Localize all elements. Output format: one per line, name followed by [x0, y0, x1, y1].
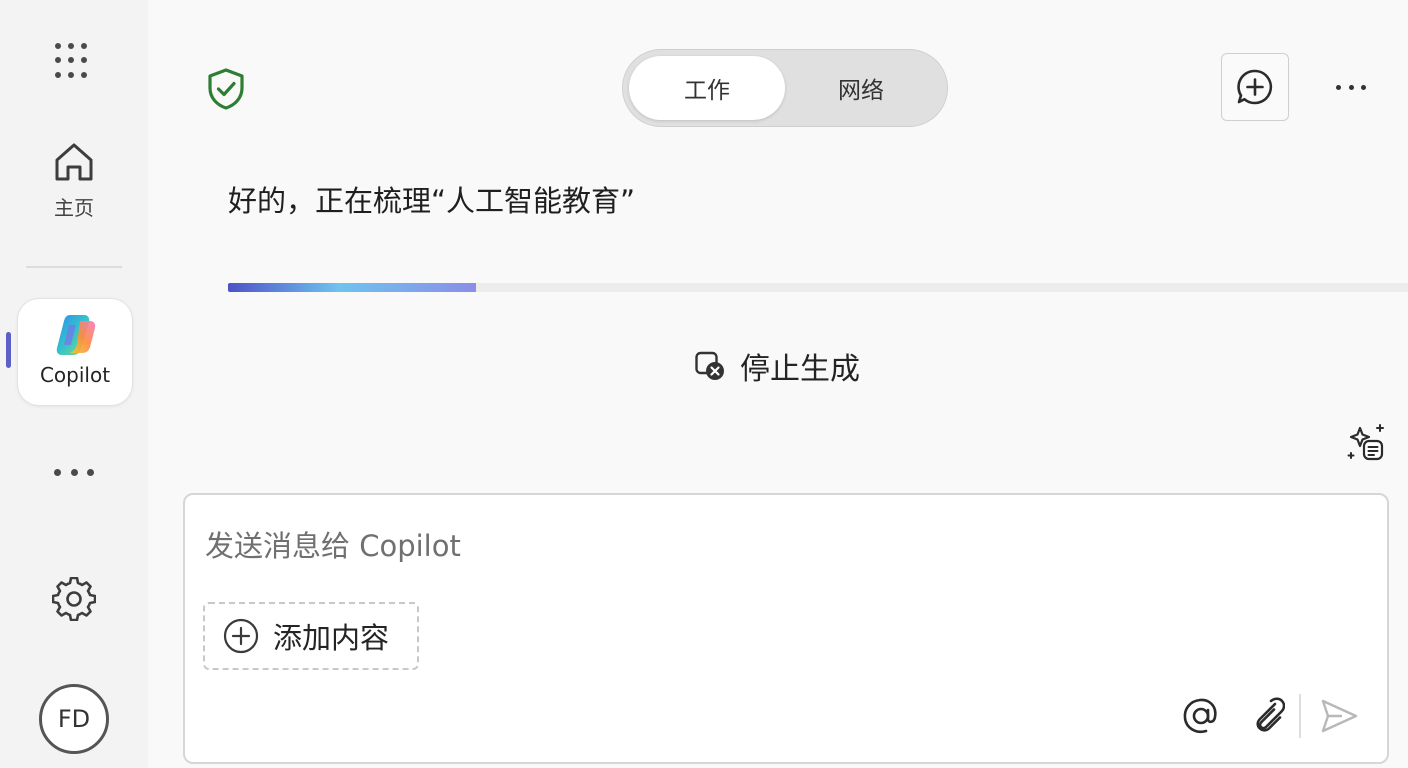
prompt-gallery-icon: [1347, 424, 1384, 461]
mention-icon: [1183, 698, 1217, 734]
active-indicator: [6, 332, 11, 368]
attach-icon: [1256, 697, 1285, 732]
add-content-button[interactable]: 添加内容: [203, 602, 419, 670]
rail-item-copilot[interactable]: Copilot: [17, 298, 133, 406]
attach-button[interactable]: [1249, 696, 1285, 736]
generation-progress: [228, 283, 1408, 292]
copilot-app: 主页 Copilot FD 工作 网络 好的，正在梳理“人工智能教育” 停止生成…: [0, 0, 1408, 768]
avatar[interactable]: FD: [39, 684, 109, 754]
stop-generating-label: 停止生成: [740, 352, 860, 387]
main-panel: 工作 网络 好的，正在梳理“人工智能教育” 停止生成 发送消息给 Copilot…: [148, 0, 1408, 768]
stop-generating-button[interactable]: 停止生成: [694, 343, 860, 389]
send-icon: [1321, 699, 1358, 733]
add-circle-icon: [223, 618, 259, 654]
app-launcher-icon[interactable]: [55, 43, 91, 79]
rail-item-home-label: 主页: [54, 196, 94, 220]
add-content-label: 添加内容: [273, 621, 390, 655]
message-input[interactable]: [205, 523, 1305, 569]
toggle-option-web[interactable]: 网络: [783, 56, 939, 120]
shield-check-icon[interactable]: [206, 67, 246, 115]
prompt-gallery-button[interactable]: [1346, 422, 1386, 466]
new-chat-button[interactable]: [1221, 53, 1289, 121]
more-options-icon[interactable]: [1336, 80, 1366, 94]
rail-item-copilot-label: Copilot: [39, 363, 111, 387]
new-chat-icon: [1237, 69, 1273, 105]
assistant-status-text: 好的，正在梳理“人工智能教育”: [228, 184, 636, 218]
generation-progress-fill: [228, 283, 476, 292]
send-button[interactable]: [1319, 696, 1359, 736]
rail-item-home[interactable]: 主页: [28, 140, 120, 236]
rail-divider: [26, 266, 122, 268]
stop-icon: [695, 351, 724, 380]
composer-toolbar: [1181, 692, 1359, 740]
settings-icon: [51, 576, 97, 622]
mention-button[interactable]: [1181, 696, 1221, 736]
toolbar-divider: [1299, 694, 1301, 738]
copilot-logo-icon: [56, 315, 96, 355]
left-rail: 主页 Copilot FD: [0, 0, 148, 768]
message-composer: 添加内容: [183, 493, 1389, 764]
home-icon: [55, 143, 93, 181]
work-web-toggle: 工作 网络: [622, 49, 948, 127]
toggle-option-work[interactable]: 工作: [629, 56, 785, 120]
settings-button[interactable]: [51, 576, 97, 625]
rail-more-icon[interactable]: [54, 464, 94, 480]
